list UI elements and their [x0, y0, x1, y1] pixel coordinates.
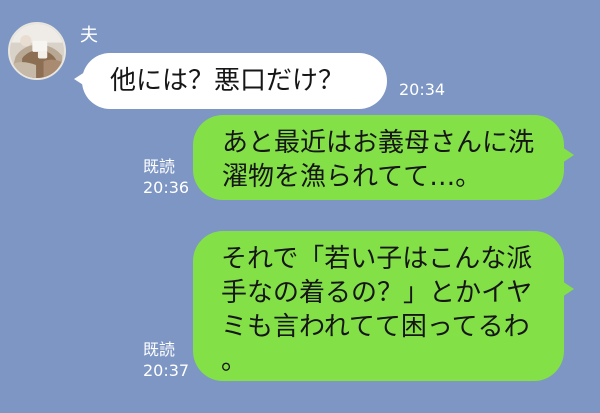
profile-photo-icon [10, 24, 64, 78]
outgoing-message-bubble[interactable]: それで「若い子はこんな派 手なの着るの？」とかイヤ ミも言われてて困ってるわ 。 [193, 231, 574, 381]
contact-avatar[interactable] [8, 22, 66, 80]
message-time: 20:34 [399, 80, 446, 99]
read-receipt: 既読 [143, 340, 176, 359]
outgoing-message-bubble[interactable]: あと最近はお義母さんに洗 濯物を漁られてて…。 [193, 115, 574, 200]
sender-name: 夫 [80, 25, 98, 46]
chat-thread: 夫 他には？悪口だけ？ 20:34 あと最近はお義母さんに洗 濯物を漁られてて…… [0, 0, 600, 413]
message-time: 20:37 [143, 361, 190, 380]
incoming-message-bubble[interactable]: 他には？悪口だけ？ [74, 53, 387, 109]
message-time: 20:36 [143, 178, 190, 197]
read-receipt: 既読 [143, 157, 176, 176]
